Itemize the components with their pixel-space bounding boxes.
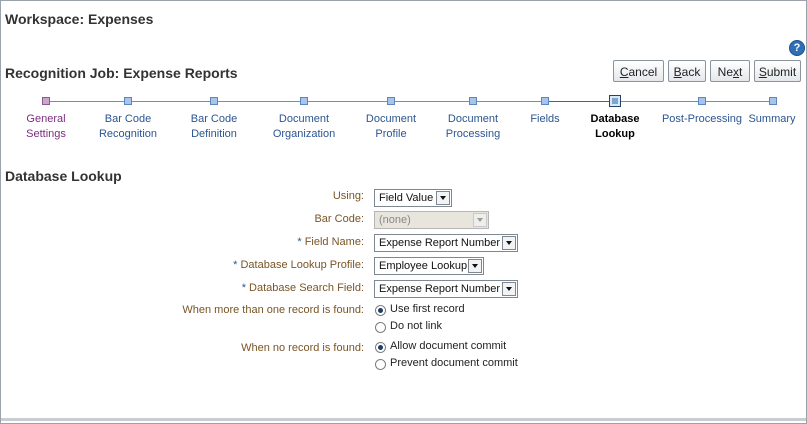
train-node-bar-code-definition[interactable] — [210, 97, 218, 105]
using-label: Using: — [332, 190, 364, 202]
search-field-select[interactable]: Expense Report Number — [374, 280, 518, 298]
lookup-profile-select[interactable]: Employee Lookup — [374, 257, 484, 275]
allow-commit-text[interactable]: Allow document commit — [390, 340, 506, 352]
back-button[interactable]: Back — [668, 60, 706, 82]
search-field-value: Expense Report Number — [379, 283, 501, 295]
lookup-profile-label: * Database Lookup Profile: — [233, 259, 364, 271]
next-button[interactable]: Next — [710, 60, 750, 82]
using-value: Field Value — [379, 192, 434, 204]
train-node-summary[interactable] — [769, 97, 777, 105]
field-name-label: * Field Name: — [297, 236, 364, 248]
chevron-down-icon — [436, 191, 450, 205]
workspace-title: Workspace: Expenses — [5, 11, 154, 27]
job-title: Recognition Job: Expense Reports — [5, 65, 238, 81]
bar-code-select: (none) — [374, 211, 489, 229]
bar-code-value: (none) — [379, 214, 411, 226]
required-marker: * — [233, 259, 238, 271]
cancel-button[interactable]: Cancel — [613, 60, 664, 82]
multi-found-label: When more than one record is found: — [182, 304, 364, 316]
train-node-document-profile[interactable] — [387, 97, 395, 105]
train-label-bar-code-recognition[interactable]: Bar Code Recognition — [83, 112, 173, 142]
none-found-label: When no record is found: — [241, 342, 364, 354]
do-not-link-radio[interactable] — [375, 322, 386, 333]
field-name-select[interactable]: Expense Report Number — [374, 234, 518, 252]
required-marker: * — [297, 236, 302, 248]
chevron-down-icon — [468, 259, 482, 273]
train-node-database-lookup — [609, 95, 621, 107]
allow-commit-radio[interactable] — [375, 342, 386, 353]
chevron-down-icon — [502, 236, 516, 250]
do-not-link-text[interactable]: Do not link — [390, 320, 442, 332]
bar-code-label: Bar Code: — [314, 213, 364, 225]
lookup-profile-value: Employee Lookup — [379, 260, 468, 272]
bottom-divider — [1, 418, 806, 421]
train-label-general-settings[interactable]: General Settings — [1, 112, 91, 142]
train-node-document-processing[interactable] — [469, 97, 477, 105]
train-line-remaining — [614, 101, 773, 102]
train-node-post-processing[interactable] — [698, 97, 706, 105]
train-label-database-lookup: Database Lookup — [590, 113, 640, 140]
field-name-value: Expense Report Number — [379, 237, 501, 249]
chevron-down-icon — [473, 213, 487, 227]
train-node-bar-code-recognition[interactable] — [124, 97, 132, 105]
use-first-record-text[interactable]: Use first record — [390, 303, 465, 315]
required-marker: * — [241, 282, 246, 294]
prevent-commit-radio[interactable] — [375, 359, 386, 370]
section-title: Database Lookup — [5, 168, 122, 184]
search-field-label: * Database Search Field: — [241, 282, 364, 294]
help-icon[interactable]: ? — [789, 40, 805, 56]
train-label-summary[interactable]: Summary — [727, 112, 807, 127]
chevron-down-icon — [502, 282, 516, 296]
prevent-commit-text[interactable]: Prevent document commit — [390, 357, 518, 369]
train-node-document-organization[interactable] — [300, 97, 308, 105]
train-label-document-organization[interactable]: Document Organization — [259, 112, 349, 142]
use-first-record-radio[interactable] — [375, 305, 386, 316]
submit-button[interactable]: Submit — [754, 60, 801, 82]
train-node-general-settings[interactable] — [42, 97, 50, 105]
train-label-bar-code-definition[interactable]: Bar Code Definition — [169, 112, 259, 142]
train-node-fields[interactable] — [541, 97, 549, 105]
train-label-document-profile[interactable]: Document Profile — [346, 112, 436, 142]
using-select[interactable]: Field Value — [374, 189, 452, 207]
